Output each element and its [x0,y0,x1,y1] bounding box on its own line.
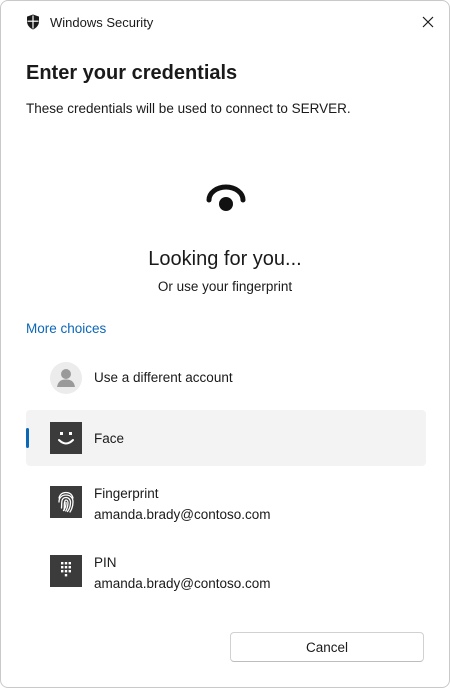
dialog-subtext: These credentials will be used to connec… [26,101,351,116]
selection-indicator [26,428,29,448]
option-account: amanda.brady@contoso.com [94,576,271,591]
option-different-account[interactable]: Use a different account [26,355,426,401]
option-label: Fingerprint [94,486,159,501]
credential-dialog: Windows Security Enter your credentials … [0,0,450,688]
face-icon [50,422,82,454]
option-face[interactable]: Face [26,410,426,466]
status-hint: Or use your fingerprint [157,279,293,294]
option-fingerprint[interactable]: Fingerprint amanda.brady@contoso.com [26,477,426,527]
shield-icon [27,14,39,30]
fingerprint-icon [50,486,82,518]
dialog-heading: Enter your credentials [26,62,238,84]
option-label: Use a different account [94,370,233,385]
close-button[interactable] [415,9,441,35]
option-pin[interactable]: PIN amanda.brady@contoso.com [26,546,426,596]
pin-keypad-icon [50,555,82,587]
face-recognition-icon [206,184,246,211]
option-label: Face [94,431,125,446]
option-label: PIN [94,555,117,570]
option-account: amanda.brady@contoso.com [94,507,271,522]
user-avatar-icon [50,362,82,394]
cancel-button[interactable]: Cancel [230,632,424,662]
more-choices-link[interactable]: More choices [26,321,106,336]
title-bar: Windows Security [1,1,449,43]
close-icon [422,16,434,28]
window-title: Windows Security [50,15,154,30]
status-message: Looking for you... [148,248,302,270]
